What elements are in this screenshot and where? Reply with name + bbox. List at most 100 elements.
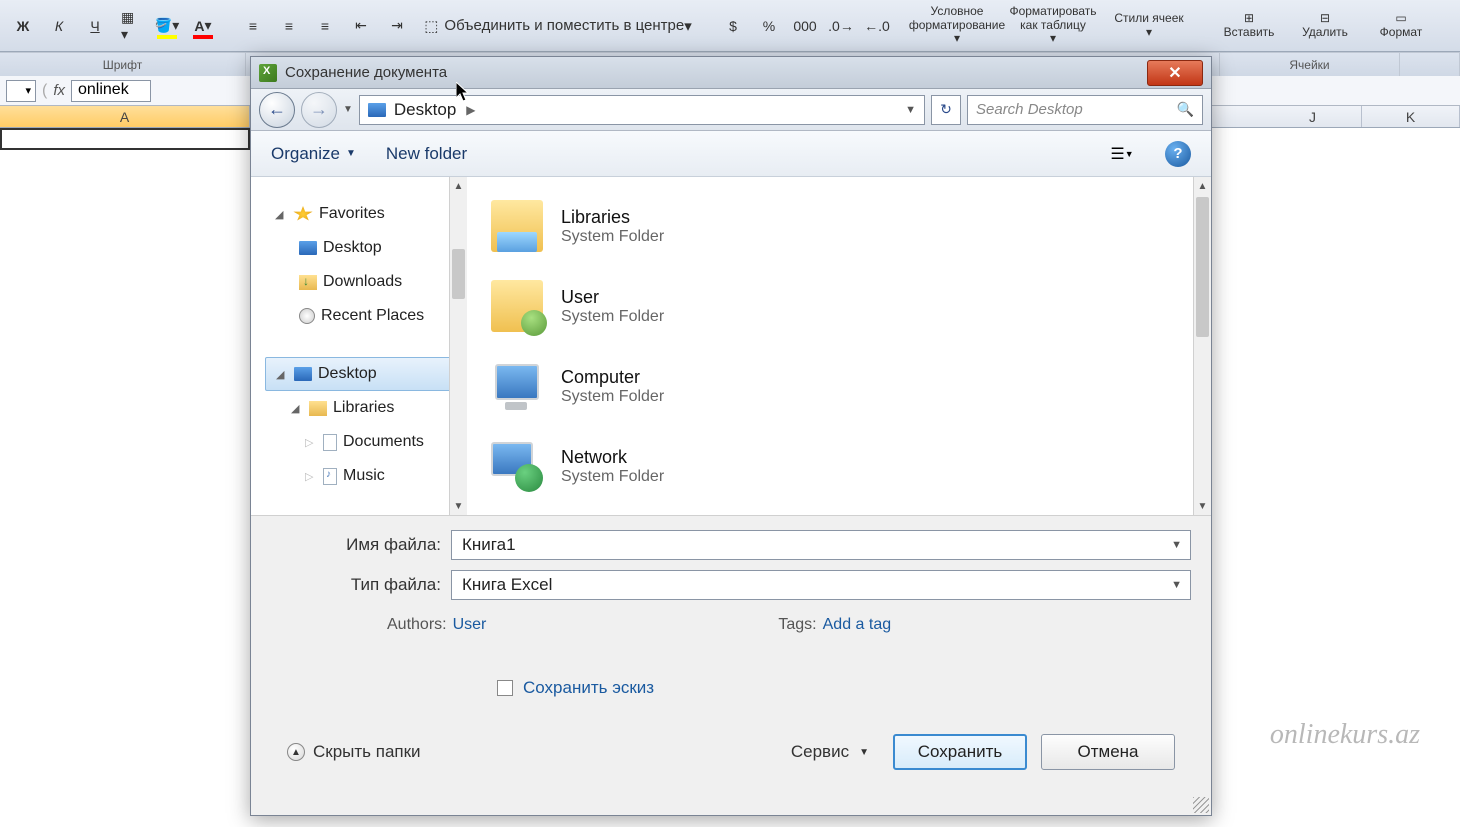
- filename-label: Имя файла:: [271, 535, 451, 555]
- decrease-indent-button[interactable]: ⇤: [346, 10, 376, 42]
- search-placeholder: Search Desktop: [976, 101, 1083, 118]
- fill-color-button[interactable]: 🪣 ▾: [152, 10, 182, 42]
- nav-bar: ← → ▼ Desktop ▶ ▼ ↻ Search Desktop 🔍: [251, 89, 1211, 131]
- cell-styles-button[interactable]: Стили ячеек▾: [1104, 3, 1194, 49]
- align-right-button[interactable]: ≡: [310, 10, 340, 42]
- breadcrumb-arrow-icon[interactable]: ▶: [466, 103, 475, 117]
- close-button[interactable]: ✕: [1147, 60, 1203, 86]
- computer-icon: [491, 360, 543, 412]
- dialog-footer: ▲ Скрыть папки Сервис ▼ Сохранить Отмена: [271, 734, 1191, 788]
- formula-input[interactable]: onlinek: [71, 80, 151, 102]
- search-icon[interactable]: 🔍: [1177, 101, 1194, 118]
- name-box[interactable]: ▾: [6, 80, 36, 102]
- search-box[interactable]: Search Desktop 🔍: [967, 95, 1203, 125]
- user-folder-icon: [491, 280, 543, 332]
- address-location: Desktop: [394, 100, 456, 120]
- tags-label: Tags:: [778, 616, 816, 634]
- file-scrollbar[interactable]: ▲ ▼: [1193, 177, 1211, 515]
- decrease-decimal-button[interactable]: ←.0: [862, 10, 892, 42]
- format-cells-button[interactable]: ▭Формат: [1366, 3, 1436, 49]
- tree-favorites[interactable]: ◢ Favorites: [265, 197, 467, 231]
- tree-music[interactable]: ▷ Music: [265, 459, 467, 493]
- conditional-format-button[interactable]: Условное форматирование▾: [912, 3, 1002, 49]
- merge-center-button[interactable]: ⬚Объединить и поместить в центре ▾: [418, 10, 698, 42]
- scroll-down-icon[interactable]: ▼: [450, 497, 467, 515]
- tools-button[interactable]: Сервис ▼: [781, 738, 879, 766]
- scroll-thumb[interactable]: [1196, 197, 1209, 337]
- nav-back-button[interactable]: ←: [259, 92, 295, 128]
- currency-button[interactable]: $: [718, 10, 748, 42]
- insert-cells-button[interactable]: ⊞Вставить: [1214, 3, 1284, 49]
- file-browser: ◢ Favorites Desktop Downloads Recent Pla…: [251, 177, 1211, 515]
- save-dialog: Сохранение документа ✕ ← → ▼ Desktop ▶ ▼…: [250, 56, 1212, 816]
- font-color-button[interactable]: A ▾: [188, 10, 218, 42]
- tree-recent-places[interactable]: Recent Places: [265, 299, 467, 333]
- bold-button[interactable]: Ж: [8, 10, 38, 42]
- fx-label[interactable]: fx: [53, 82, 65, 99]
- view-mode-button[interactable]: ☰ ▼: [1109, 141, 1135, 167]
- file-list[interactable]: Libraries System Folder User System Fold…: [467, 177, 1211, 515]
- resize-grip[interactable]: [1193, 797, 1209, 813]
- italic-button[interactable]: К: [44, 10, 74, 42]
- scroll-up-icon[interactable]: ▲: [1194, 177, 1211, 195]
- border-button[interactable]: ▦ ▾: [116, 10, 146, 42]
- scroll-thumb[interactable]: [452, 249, 465, 299]
- col-header-a[interactable]: A: [0, 106, 250, 127]
- tree-downloads[interactable]: Downloads: [265, 265, 467, 299]
- group-font-label: Шрифт: [0, 53, 246, 76]
- dialog-toolbar: Organize ▼ New folder ☰ ▼ ?: [251, 131, 1211, 177]
- autosum-button[interactable]: Σ ▾: [1456, 10, 1460, 42]
- delete-cells-button[interactable]: ⊟Удалить: [1290, 3, 1360, 49]
- file-item-network[interactable]: Network System Folder: [491, 433, 1187, 499]
- thousands-button[interactable]: 000: [790, 10, 820, 42]
- address-bar[interactable]: Desktop ▶ ▼: [359, 95, 925, 125]
- save-thumbnail-checkbox[interactable]: [497, 680, 513, 696]
- cancel-button[interactable]: Отмена: [1041, 734, 1175, 770]
- hide-folders-button[interactable]: ▲ Скрыть папки: [287, 742, 421, 762]
- align-left-button[interactable]: ≡: [238, 10, 268, 42]
- active-cell[interactable]: [0, 128, 250, 150]
- new-folder-button[interactable]: New folder: [386, 144, 467, 164]
- authors-value[interactable]: User: [453, 616, 487, 634]
- filetype-select[interactable]: Книга Excel ▼: [451, 570, 1191, 600]
- tags-value[interactable]: Add a tag: [823, 616, 892, 634]
- save-button[interactable]: Сохранить: [893, 734, 1027, 770]
- scroll-down-icon[interactable]: ▼: [1194, 497, 1211, 515]
- col-header-j[interactable]: J: [1264, 106, 1362, 127]
- filename-input[interactable]: Книга1 ▼: [451, 530, 1191, 560]
- tree-desktop[interactable]: Desktop: [265, 231, 467, 265]
- excel-icon: [259, 64, 277, 82]
- authors-label: Authors:: [387, 616, 447, 634]
- tree-documents[interactable]: ▷ Documents: [265, 425, 467, 459]
- format-table-button[interactable]: Форматировать как таблицу▾: [1008, 3, 1098, 49]
- increase-indent-button[interactable]: ⇥: [382, 10, 412, 42]
- tree-scrollbar[interactable]: ▲ ▼: [449, 177, 467, 515]
- file-item-user[interactable]: User System Folder: [491, 273, 1187, 339]
- nav-history-dropdown[interactable]: ▼: [343, 104, 353, 115]
- nav-forward-button[interactable]: →: [301, 92, 337, 128]
- percent-button[interactable]: %: [754, 10, 784, 42]
- file-item-computer[interactable]: Computer System Folder: [491, 353, 1187, 419]
- help-button[interactable]: ?: [1165, 141, 1191, 167]
- filename-dropdown-icon[interactable]: ▼: [1171, 539, 1182, 551]
- increase-decimal-button[interactable]: .0→: [826, 10, 856, 42]
- filetype-label: Тип файла:: [271, 575, 451, 595]
- align-center-button[interactable]: ≡: [274, 10, 304, 42]
- download-icon: [299, 275, 317, 290]
- save-thumbnail-label[interactable]: Сохранить эскиз: [523, 678, 654, 698]
- dialog-titlebar[interactable]: Сохранение документа ✕: [251, 57, 1211, 89]
- col-header-k[interactable]: K: [1362, 106, 1460, 127]
- document-icon: [323, 434, 337, 451]
- underline-button[interactable]: Ч: [80, 10, 110, 42]
- save-form: Имя файла: Книга1 ▼ Тип файла: Книга Exc…: [251, 515, 1211, 815]
- network-icon: [491, 440, 543, 492]
- collapse-icon: ▲: [287, 743, 305, 761]
- refresh-button[interactable]: ↻: [931, 95, 961, 125]
- filetype-dropdown-icon[interactable]: ▼: [1171, 579, 1182, 591]
- tree-libraries[interactable]: ◢ Libraries: [265, 391, 467, 425]
- tree-desktop-root[interactable]: ◢ Desktop: [265, 357, 467, 391]
- address-dropdown-icon[interactable]: ▼: [905, 104, 916, 116]
- file-item-libraries[interactable]: Libraries System Folder: [491, 193, 1187, 259]
- organize-button[interactable]: Organize ▼: [271, 144, 356, 164]
- scroll-up-icon[interactable]: ▲: [450, 177, 467, 195]
